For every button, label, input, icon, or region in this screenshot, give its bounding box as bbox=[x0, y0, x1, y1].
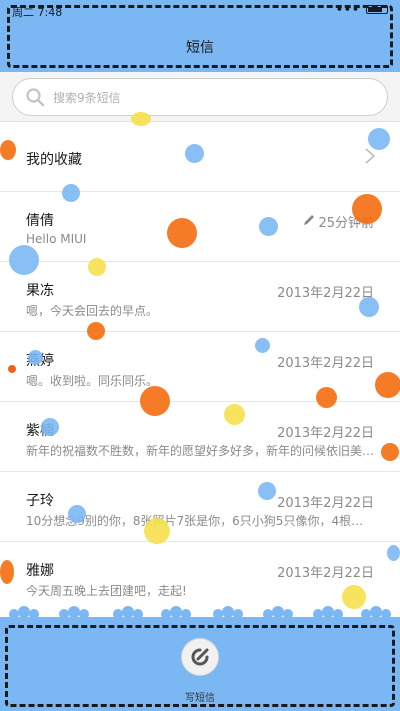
favorites-label: 我的收藏 bbox=[26, 152, 82, 168]
compose-button[interactable] bbox=[181, 638, 219, 676]
message-date: 2013年2月22日 bbox=[277, 286, 374, 301]
contact-name: 紫楠 bbox=[26, 423, 54, 439]
search-placeholder: 搜索9条短信 bbox=[53, 90, 121, 105]
contact-name: 雅娜 bbox=[26, 563, 54, 579]
draft-pencil-icon bbox=[304, 215, 314, 225]
contact-name: 倩倩 bbox=[26, 213, 54, 229]
message-preview: Hello MIUI bbox=[26, 232, 87, 246]
battery-icon bbox=[366, 5, 388, 14]
conversation-row[interactable]: 果冻 嗯，今天会回去的早点。 2013年2月22日 bbox=[0, 262, 400, 332]
app-header: 周二 7:48 ••• 短信 bbox=[0, 0, 400, 72]
page-title: 短信 bbox=[186, 40, 214, 56]
status-time: 周二 7:48 bbox=[12, 6, 63, 19]
signal-dots: ••• bbox=[335, 3, 360, 16]
conversation-row[interactable]: 倩倩 Hello MIUI 25分钟前 bbox=[0, 192, 400, 262]
conversation-row[interactable]: 子玲 10分想念9别的你，8张照片7张是你，6只小狗5只像你，4根骨… 2013… bbox=[0, 472, 400, 542]
message-preview: 嗯。收到啦。同乐同乐。 bbox=[26, 374, 159, 388]
chevron-right-icon bbox=[365, 148, 376, 164]
unread-indicator bbox=[8, 365, 16, 373]
conversation-row[interactable]: 紫楠 新年的祝福数不胜数，新年的愿望好多好多，新年的问候依旧美… 2013年2月… bbox=[0, 402, 400, 472]
message-date: 2013年2月22日 bbox=[277, 426, 374, 441]
message-date: 2013年2月22日 bbox=[277, 566, 374, 581]
message-preview: 10分想念9别的你，8张照片7张是你，6只小狗5只像你，4根骨… bbox=[26, 514, 374, 528]
conversation-list: 我的收藏 倩倩 Hello MIUI 25分钟前 果冻 嗯，今天会回去的早点。 … bbox=[0, 122, 400, 620]
search-input[interactable]: 搜索9条短信 bbox=[12, 78, 388, 116]
search-bar: 搜索9条短信 bbox=[0, 72, 400, 122]
compose-label: 写短信 bbox=[185, 693, 215, 704]
message-preview: 新年的祝福数不胜数，新年的愿望好多好多，新年的问候依旧美… bbox=[26, 444, 374, 458]
message-preview: 嗯，今天会回去的早点。 bbox=[26, 304, 159, 318]
contact-name: 燕婷 bbox=[26, 353, 54, 369]
message-date: 25分钟前 bbox=[318, 216, 374, 231]
message-date: 2013年2月22日 bbox=[277, 496, 374, 511]
search-icon bbox=[26, 88, 45, 107]
contact-name: 子玲 bbox=[26, 493, 54, 509]
message-preview: 今天周五晚上去团建吧，走起! bbox=[26, 584, 187, 598]
status-indicators: ••• bbox=[336, 3, 388, 16]
message-date: 2013年2月22日 bbox=[277, 356, 374, 371]
conversation-row[interactable]: 燕婷 嗯。收到啦。同乐同乐。 2013年2月22日 bbox=[0, 332, 400, 402]
compose-icon bbox=[191, 648, 209, 666]
contact-name: 果冻 bbox=[26, 283, 54, 299]
bottom-toolbar: 写短信 bbox=[0, 620, 400, 711]
favorites-row[interactable]: 我的收藏 bbox=[0, 122, 400, 192]
